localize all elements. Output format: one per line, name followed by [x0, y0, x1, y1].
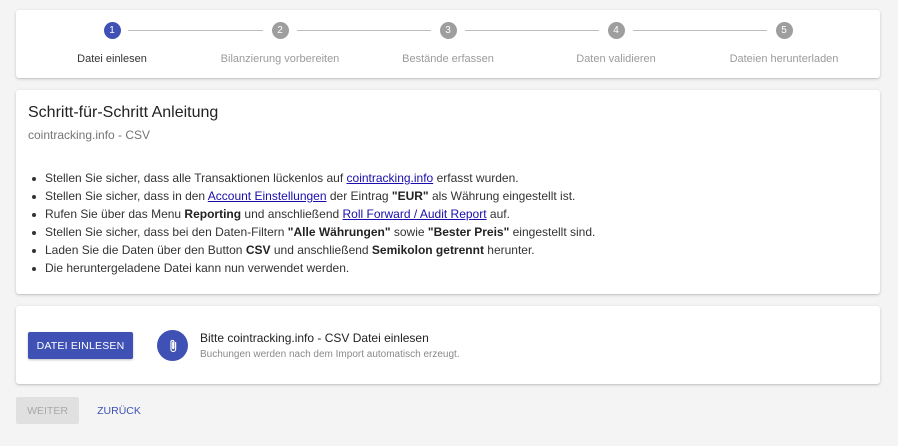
- step-label: Dateien herunterladen: [729, 53, 839, 65]
- item-text: und anschließend: [270, 243, 372, 257]
- upload-info: Bitte cointracking.info - CSV Datei einl…: [200, 331, 460, 360]
- step-number: 2: [271, 22, 289, 39]
- step-label: Bestände erfassen: [402, 53, 494, 65]
- item-text: Die heruntergeladene Datei kann nun verw…: [45, 261, 350, 275]
- item-text: Laden Sie die Daten über den Button: [45, 243, 246, 257]
- back-button[interactable]: ZURÜCK: [88, 397, 150, 424]
- item-text: und anschließend: [241, 207, 343, 221]
- step-connector: [633, 30, 767, 31]
- step-number: 1: [103, 22, 121, 39]
- item-text: Stellen Sie sicher, dass alle Transaktio…: [45, 171, 347, 185]
- item-text: herunter.: [483, 243, 535, 257]
- list-item: Stellen Sie sicher, dass bei den Daten-F…: [32, 223, 868, 241]
- item-text: Stellen Sie sicher, dass bei den Daten-F…: [45, 225, 288, 239]
- list-item: Stellen Sie sicher, dass in den Account …: [32, 187, 868, 205]
- step-datei-einlesen[interactable]: 1 Datei einlesen: [28, 22, 196, 65]
- instructions-title: Schritt-für-Schritt Anleitung: [28, 104, 219, 121]
- item-text: Rufen Sie über das Menu: [45, 207, 185, 221]
- upload-card: DATEI EINLESEN Bitte cointracking.info -…: [16, 306, 880, 384]
- item-bold: "EUR": [391, 189, 429, 203]
- item-bold: "Bester Preis": [427, 225, 510, 239]
- item-bold: Reporting: [184, 207, 242, 221]
- step-connector: [297, 30, 431, 31]
- roll-forward-report-link[interactable]: Roll Forward / Audit Report: [343, 207, 487, 221]
- instructions-list: Stellen Sie sicher, dass alle Transaktio…: [28, 169, 868, 277]
- step-label: Bilanzierung vorbereiten: [220, 53, 340, 65]
- step-bestaende-erfassen[interactable]: 3 Bestände erfassen: [364, 22, 532, 65]
- step-connector: [465, 30, 599, 31]
- item-text: der Eintrag: [326, 189, 392, 203]
- list-item: Die heruntergeladene Datei kann nun verw…: [32, 259, 868, 277]
- step-number: 5: [775, 22, 793, 39]
- item-text: auf.: [486, 207, 510, 221]
- item-text: eingestellt sind.: [509, 225, 596, 239]
- step-bilanzierung-vorbereiten[interactable]: 2 Bilanzierung vorbereiten: [196, 22, 364, 65]
- list-item: Stellen Sie sicher, dass alle Transaktio…: [32, 169, 868, 187]
- step-label: Datei einlesen: [77, 53, 147, 65]
- account-settings-link[interactable]: Account Einstellungen: [208, 189, 327, 203]
- list-item: Laden Sie die Daten über den Button CSV …: [32, 241, 868, 259]
- instructions-card: Schritt-für-Schritt Anleitung cointracki…: [16, 90, 880, 294]
- list-item: Rufen Sie über das Menu Reporting und an…: [32, 205, 868, 223]
- step-connector: [128, 30, 263, 31]
- item-bold: Semikolon getrennt: [371, 243, 484, 257]
- step-number: 4: [607, 22, 625, 39]
- cointracking-link[interactable]: cointracking.info: [347, 171, 434, 185]
- item-text: als Währung eingestellt ist.: [428, 189, 576, 203]
- instructions-subtitle: cointracking.info - CSV: [28, 128, 151, 142]
- item-text: Stellen Sie sicher, dass in den: [45, 189, 208, 203]
- item-bold: CSV: [245, 243, 271, 257]
- item-text: erfasst wurden.: [433, 171, 519, 185]
- step-dateien-herunterladen[interactable]: 5 Dateien herunterladen: [700, 22, 868, 65]
- paperclip-icon: [157, 330, 188, 361]
- upload-file-button[interactable]: DATEI EINLESEN: [28, 332, 133, 359]
- stepper: 1 Datei einlesen 2 Bilanzierung vorberei…: [16, 10, 880, 78]
- item-bold: "Alle Währungen": [287, 225, 391, 239]
- upload-main-text: Bitte cointracking.info - CSV Datei einl…: [200, 331, 429, 345]
- step-label: Daten validieren: [576, 53, 656, 65]
- step-daten-validieren[interactable]: 4 Daten validieren: [532, 22, 700, 65]
- upload-sub-text: Buchungen werden nach dem Import automat…: [200, 349, 460, 360]
- item-text: sowie: [390, 225, 428, 239]
- next-button[interactable]: WEITER: [16, 397, 79, 424]
- step-number: 3: [439, 22, 457, 39]
